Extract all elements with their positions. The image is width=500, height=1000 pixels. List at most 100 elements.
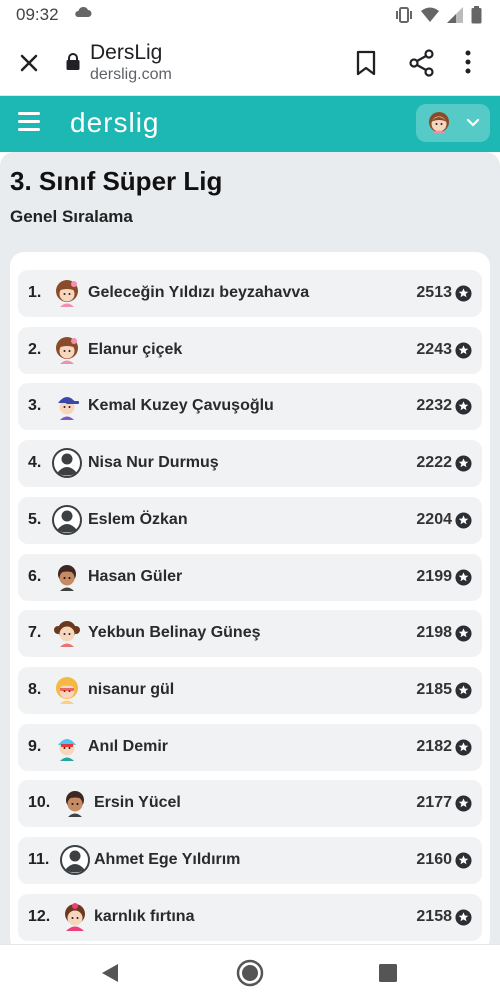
- leaderboard-row[interactable]: 11. Ahmet Ege Yıldırım 2160: [18, 837, 482, 884]
- page-title: 3. Sınıf Süper Lig: [10, 166, 223, 196]
- rank-number: 11.: [28, 851, 50, 868]
- star-icon: [455, 285, 472, 302]
- user-name: Eslem Özkan: [88, 510, 188, 528]
- user-score: 2198: [416, 624, 452, 642]
- lock-icon: [66, 53, 80, 70]
- browser-toolbar: DersLig derslig.com: [0, 32, 500, 96]
- status-time: 09:32: [16, 5, 59, 24]
- bookmark-icon[interactable]: [355, 50, 377, 76]
- user-name: karnlık fırtına: [94, 907, 195, 925]
- more-options-icon[interactable]: [464, 49, 472, 75]
- star-icon: [455, 342, 472, 359]
- signal-icon: [447, 7, 463, 23]
- user-name: Kemal Kuzey Çavuşoğlu: [88, 397, 274, 415]
- girl-avatar-icon: [429, 112, 449, 133]
- leaderboard-row[interactable]: 1. Geleceğin Yıldızı beyzahavva 2513: [18, 270, 482, 317]
- chevron-down-icon: [466, 118, 480, 127]
- home-icon[interactable]: [236, 959, 264, 987]
- user-name: Nisa Nur Durmuş: [88, 454, 219, 472]
- girl-pigtails-avatar-icon: [54, 621, 80, 648]
- rank-number: 8.: [28, 680, 42, 698]
- rank-number: 3.: [28, 397, 42, 415]
- cloud-icon: [75, 6, 92, 17]
- share-icon[interactable]: [409, 49, 435, 77]
- user-name: Anıl Demir: [88, 737, 169, 755]
- leaderboard-row[interactable]: 8. nisanur gül 2185: [18, 666, 482, 714]
- app-logo[interactable]: derslig: [70, 107, 159, 139]
- girl-avatar-icon: [56, 280, 78, 307]
- star-icon: [455, 795, 472, 812]
- star-icon: [455, 455, 472, 472]
- leaderboard-row[interactable]: 4. Nisa Nur Durmuş 2222: [18, 440, 482, 488]
- page-subtitle: Genel Sıralama: [10, 207, 133, 226]
- default-user-avatar-icon: [52, 448, 82, 479]
- default-user-avatar-icon: [52, 504, 82, 535]
- boy-helmet-avatar-icon: [58, 738, 76, 761]
- default-user-avatar-icon: [60, 845, 90, 875]
- star-icon: [455, 512, 472, 529]
- user-score: 2158: [416, 907, 452, 925]
- profile-menu-button[interactable]: [416, 104, 490, 142]
- leaderboard-row[interactable]: 2. Elanur çiçek 2243: [18, 326, 482, 374]
- user-score: 2222: [416, 454, 452, 472]
- leaderboard-row[interactable]: 7. Yekbun Belinay Güneş 2198: [18, 610, 482, 658]
- star-icon: [455, 852, 472, 869]
- leaderboard-row[interactable]: 5. Eslem Özkan 2204: [18, 496, 482, 544]
- user-score: 2513: [416, 284, 452, 301]
- rank-number: 5.: [28, 510, 42, 528]
- leaderboard-row[interactable]: 9. Anıl Demir 2182: [18, 723, 482, 771]
- user-name: Hasan Güler: [88, 567, 183, 585]
- user-score: 2160: [416, 851, 452, 868]
- leaderboard-row[interactable]: 6. Hasan Güler 2199: [18, 553, 482, 601]
- user-score: 2243: [416, 340, 452, 358]
- system-nav-bar: [0, 944, 500, 1000]
- user-name: nisanur gül: [88, 680, 175, 698]
- boy-dark-avatar-icon: [58, 564, 76, 591]
- user-name: Ahmet Ege Yıldırım: [94, 851, 241, 868]
- rank-number: 1.: [28, 284, 42, 301]
- vibrate-icon: [396, 7, 412, 23]
- star-icon: [455, 682, 472, 699]
- rank-number: 4.: [28, 454, 42, 472]
- leaderboard-row[interactable]: 10. Ersin Yücel 2177: [18, 780, 482, 828]
- rank-number: 2.: [28, 340, 42, 358]
- star-icon: [455, 739, 472, 756]
- user-score: 2232: [416, 397, 452, 415]
- girl-pink-avatar-icon: [65, 902, 85, 931]
- user-name: Yekbun Belinay Güneş: [88, 624, 261, 642]
- battery-icon: [471, 6, 482, 24]
- user-score: 2204: [416, 510, 452, 528]
- girl-blonde-avatar-icon: [56, 676, 78, 704]
- star-icon: [455, 625, 472, 642]
- boy-dark-avatar-icon: [66, 791, 84, 818]
- girl-avatar-icon: [56, 336, 78, 364]
- leaderboard-row[interactable]: 3. Kemal Kuzey Çavuşoğlu 2232: [18, 383, 482, 431]
- user-score: 2185: [416, 680, 452, 698]
- leaderboard-card: 1. Geleceğin Yıldızı beyzahavva 2513 2. Elan…: [10, 252, 490, 952]
- user-score: 2199: [416, 567, 452, 585]
- leaderboard-row[interactable]: 12. karnlık fırtına 2158: [18, 893, 482, 941]
- rank-number: 6.: [28, 567, 42, 585]
- site-title: DersLig: [90, 41, 163, 64]
- user-name: Ersin Yücel: [94, 794, 181, 812]
- menu-icon[interactable]: [18, 112, 40, 131]
- rank-number: 10.: [28, 794, 51, 812]
- recent-apps-icon[interactable]: [379, 964, 397, 982]
- rank-number: 7.: [28, 624, 42, 642]
- star-icon: [455, 568, 472, 586]
- user-name: Elanur çiçek: [88, 340, 183, 358]
- user-score: 2182: [416, 737, 452, 755]
- site-url: derslig.com: [90, 66, 172, 83]
- user-name: Geleceğin Yıldızı beyzahavva: [88, 284, 310, 301]
- wifi-icon: [421, 7, 439, 22]
- main-content: 3. Sınıf Süper Lig Genel Sıralama 1. Gele…: [0, 152, 500, 952]
- back-icon[interactable]: [100, 962, 120, 984]
- rank-number: 9.: [28, 737, 42, 755]
- star-icon: [455, 909, 472, 926]
- status-icons: [395, 6, 482, 24]
- status-bar: 09:32: [0, 0, 500, 32]
- user-score: 2177: [416, 794, 452, 812]
- rank-number: 12.: [28, 907, 51, 925]
- app-header: derslig: [0, 96, 500, 152]
- close-icon[interactable]: [16, 50, 42, 76]
